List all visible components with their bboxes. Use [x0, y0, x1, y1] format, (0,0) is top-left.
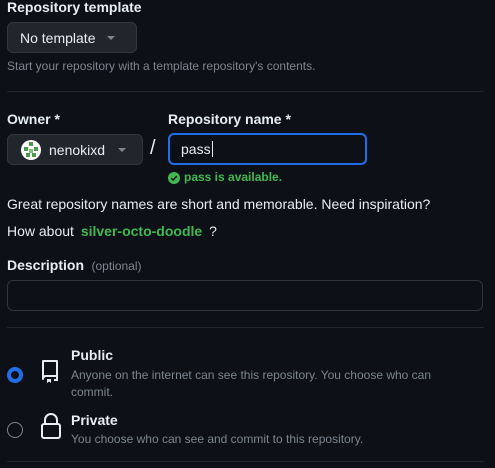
lock-icon — [40, 413, 62, 439]
public-title: Public — [71, 347, 114, 363]
repo-name-label: Repository name * — [168, 111, 291, 127]
public-radio[interactable] — [7, 367, 23, 383]
owner-name: nenokixd — [49, 141, 106, 158]
private-description: You choose who can see and commit to thi… — [71, 432, 364, 446]
chevron-down-icon — [107, 35, 116, 40]
avatar — [21, 139, 41, 160]
private-radio[interactable] — [7, 422, 23, 438]
suggestion-line: Great repository names are short and mem… — [7, 196, 431, 212]
repo-icon — [40, 359, 60, 383]
text-cursor — [211, 141, 213, 157]
description-input[interactable] — [7, 280, 483, 311]
description-label-row: Description (optional) — [7, 257, 142, 275]
template-dropdown[interactable]: No template — [7, 22, 137, 53]
description-label: Description — [7, 257, 85, 273]
section-divider — [7, 327, 484, 328]
suggestion-prefix: How about — [7, 223, 74, 239]
description-optional: (optional) — [91, 259, 142, 273]
private-title: Private — [71, 412, 118, 428]
availability-text: pass is available. — [184, 170, 283, 184]
repo-name-value: pass — [181, 141, 211, 157]
section-divider — [7, 91, 484, 92]
repo-name-status: pass is available. — [168, 170, 282, 184]
suggested-name-link[interactable]: silver-octo-doodle — [81, 223, 202, 239]
suggestion-suffix: ? — [209, 223, 217, 239]
template-selected: No template — [20, 29, 96, 46]
suggestion-row: How about silver-octo-doodle ? — [7, 223, 217, 239]
owner-repo-separator: / — [150, 137, 156, 159]
template-label: Repository template — [7, 0, 142, 15]
check-circle-icon — [168, 171, 180, 184]
owner-dropdown[interactable]: nenokixd — [7, 134, 143, 165]
chevron-down-icon — [118, 147, 127, 152]
owner-label: Owner * — [7, 111, 60, 127]
repo-name-input[interactable]: pass — [168, 133, 367, 165]
template-hint: Start your repository with a template re… — [7, 59, 316, 73]
public-description: Anyone on the internet can see this repo… — [71, 368, 432, 399]
section-divider — [7, 461, 484, 462]
